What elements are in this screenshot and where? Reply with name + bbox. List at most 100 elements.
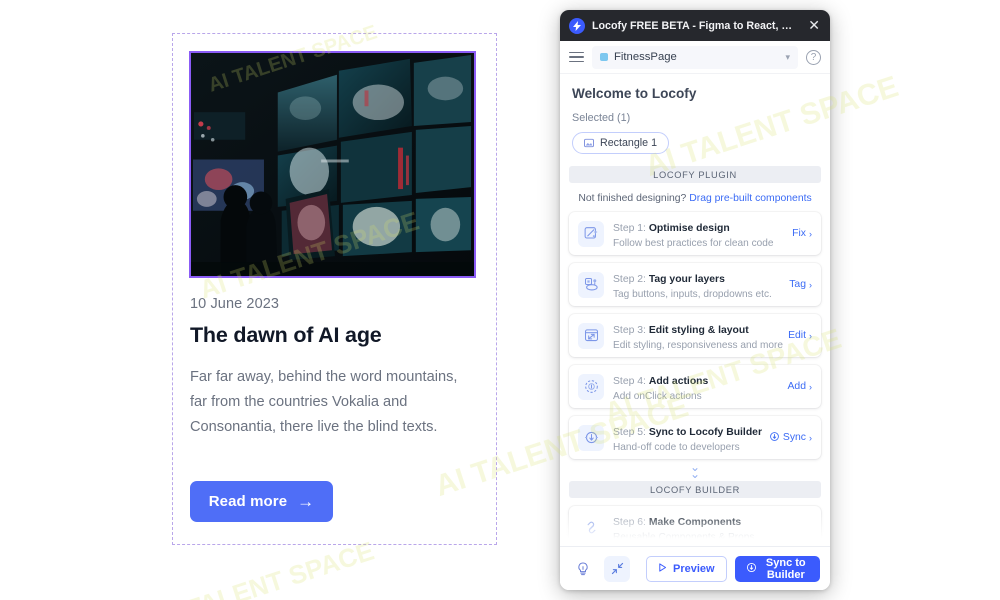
step-row[interactable]: Step 4: Add actions Add onClick actions … [569, 365, 821, 408]
step-row[interactable]: Step 1: Optimise design Follow best prac… [569, 212, 821, 255]
plugin-footer: Preview Sync to Builder [560, 546, 830, 590]
help-circle-icon[interactable]: ? [806, 49, 821, 65]
step-text: Step 2: Tag your layers Tag buttons, inp… [613, 269, 780, 300]
arrow-right-icon: → [297, 492, 315, 511]
blog-card-title: The dawn of AI age [190, 323, 382, 347]
screenshot-root: 10 June 2023 The dawn of AI age Far far … [0, 0, 1000, 600]
step-subtitle: Tag buttons, inputs, dropdowns etc. [613, 289, 772, 300]
blog-card-body: 10 June 2023 The dawn of AI age Far far … [190, 296, 482, 440]
make-components-icon [578, 514, 604, 541]
step-title-line: Step 1: Optimise design [613, 223, 730, 234]
read-more-button[interactable]: Read more → [190, 481, 333, 522]
step-number: Step 6: [613, 517, 646, 528]
step-row[interactable]: Step 6: Make Components Reusable Compone… [569, 506, 821, 546]
step-text: Step 4: Add actions Add onClick actions [613, 371, 779, 402]
tag-layers-icon [578, 271, 604, 298]
locofy-bolt-icon [569, 17, 585, 34]
chevron-right-icon: › [809, 330, 812, 341]
designing-note-text: Not finished designing? [578, 193, 687, 204]
step-subtitle: Hand-off code to developers [613, 442, 740, 453]
step-action-button[interactable]: Add › [788, 381, 813, 392]
chevron-down-icon: ▾ [785, 51, 790, 62]
read-more-label: Read more [208, 493, 288, 510]
step-action-button[interactable]: Sync › [769, 431, 812, 445]
sync-icon [769, 431, 780, 445]
lightbulb-icon[interactable] [570, 556, 596, 582]
step-name: Optimise design [648, 223, 730, 234]
watermark-overlay: AI TALENT SPACE AI TALENT SPACE AI TALEN… [0, 0, 1000, 600]
plugin-body: Welcome to Locofy Selected (1) Rectangle… [560, 74, 830, 546]
step-action-button[interactable]: Tag › [789, 279, 812, 290]
blog-card-excerpt: Far far away, behind the word mountains,… [190, 369, 458, 435]
step-action-label: Fix [792, 228, 806, 239]
step-action-label: Tag [789, 279, 806, 290]
play-icon [658, 562, 667, 575]
page-select-dropdown[interactable]: FitnessPage ▾ [592, 45, 798, 69]
watermark-text: AI TALENT SPACE [150, 535, 378, 600]
step-text: Step 3: Edit styling & layout Edit styli… [613, 320, 783, 351]
step-subtitle: Reusable Components & Props [613, 532, 755, 543]
sync-builder-icon [578, 424, 604, 451]
step-name: Add actions [648, 376, 709, 387]
blog-card-date: 10 June 2023 [190, 296, 280, 312]
selection-chip[interactable]: Rectangle 1 [572, 132, 670, 154]
step-title-line: Step 5: Sync to Locofy Builder [613, 427, 762, 438]
step-text: Step 6: Make Components Reusable Compone… [613, 512, 812, 543]
double-chevron-down-icon[interactable]: ⌄ ⌄ [569, 461, 821, 481]
preview-button[interactable]: Preview [646, 555, 727, 582]
step-name: Sync to Locofy Builder [648, 427, 762, 438]
locofy-plugin-window: Locofy FREE BETA - Figma to React, React… [560, 10, 830, 590]
blog-card-image-frame [189, 51, 476, 278]
blog-card-image [191, 53, 474, 276]
step-row[interactable]: Step 5: Sync to Locofy Builder Hand-off … [569, 416, 821, 459]
sync-icon [746, 562, 757, 576]
sync-label: Sync to Builder [765, 556, 806, 581]
locofy-plugin-section-header: LOCOFY PLUGIN [569, 166, 821, 183]
drag-prebuilt-components-link[interactable]: Drag pre-built components [689, 193, 811, 204]
step-number: Step 3: [613, 325, 646, 336]
step-action-label: Edit [788, 330, 806, 341]
step-number: Step 1: [613, 223, 646, 234]
step-action-label: Add [787, 381, 807, 392]
step-action-label: Sync [782, 432, 806, 443]
step-row[interactable]: Step 2: Tag your layers Tag buttons, inp… [569, 263, 821, 306]
selected-count-label: Selected (1) [572, 112, 631, 124]
help-glyph: ? [810, 51, 817, 63]
step-title-line: Step 4: Add actions [613, 376, 708, 387]
step-number: Step 4: [613, 376, 646, 387]
page-icon [600, 53, 608, 61]
step-subtitle: Follow best practices for clean code [613, 238, 774, 249]
step-title-line: Step 2: Tag your layers [613, 274, 725, 285]
step-subtitle: Add onClick actions [613, 391, 702, 402]
step-action-button[interactable]: Fix › [792, 228, 812, 239]
step-row[interactable]: Step 3: Edit styling & layout Edit styli… [569, 314, 821, 357]
step-number: Step 2: [613, 274, 646, 285]
step-subtitle: Edit styling, responsiveness and more [613, 340, 783, 351]
selection-chip-label: Rectangle 1 [600, 137, 658, 149]
blog-card: 10 June 2023 The dawn of AI age Far far … [172, 33, 497, 545]
step-text: Step 1: Optimise design Follow best prac… [613, 218, 783, 249]
chevron-right-icon: › [809, 228, 812, 239]
chevron-right-icon: › [809, 381, 812, 392]
add-actions-icon [578, 373, 604, 400]
step-action-button[interactable]: Edit › [788, 330, 812, 341]
step-name: Make Components [648, 517, 742, 528]
step-title-line: Step 6: Make Components [613, 517, 741, 528]
step-number: Step 5: [613, 427, 646, 438]
designing-note: Not finished designing? Drag pre-built c… [569, 193, 821, 204]
step-title-line: Step 3: Edit styling & layout [613, 325, 749, 336]
chevron-right-icon: › [809, 432, 812, 443]
plugin-toolbar: FitnessPage ▾ ? [560, 41, 830, 74]
chevron-right-icon: › [809, 279, 812, 290]
close-icon[interactable]: ✕ [806, 17, 822, 34]
optimise-design-icon [578, 220, 604, 247]
step-name: Edit styling & layout [648, 325, 749, 336]
sync-to-builder-button[interactable]: Sync to Builder [734, 555, 820, 582]
collapse-arrows-icon[interactable] [604, 555, 630, 582]
hamburger-menu-icon[interactable] [569, 51, 584, 63]
plugin-window-title: Locofy FREE BETA - Figma to React, React… [592, 19, 799, 32]
plugin-titlebar: Locofy FREE BETA - Figma to React, React… [560, 10, 830, 41]
edit-styling-icon [578, 322, 604, 349]
page-select-label: FitnessPage [614, 51, 677, 63]
preview-label: Preview [673, 562, 715, 575]
